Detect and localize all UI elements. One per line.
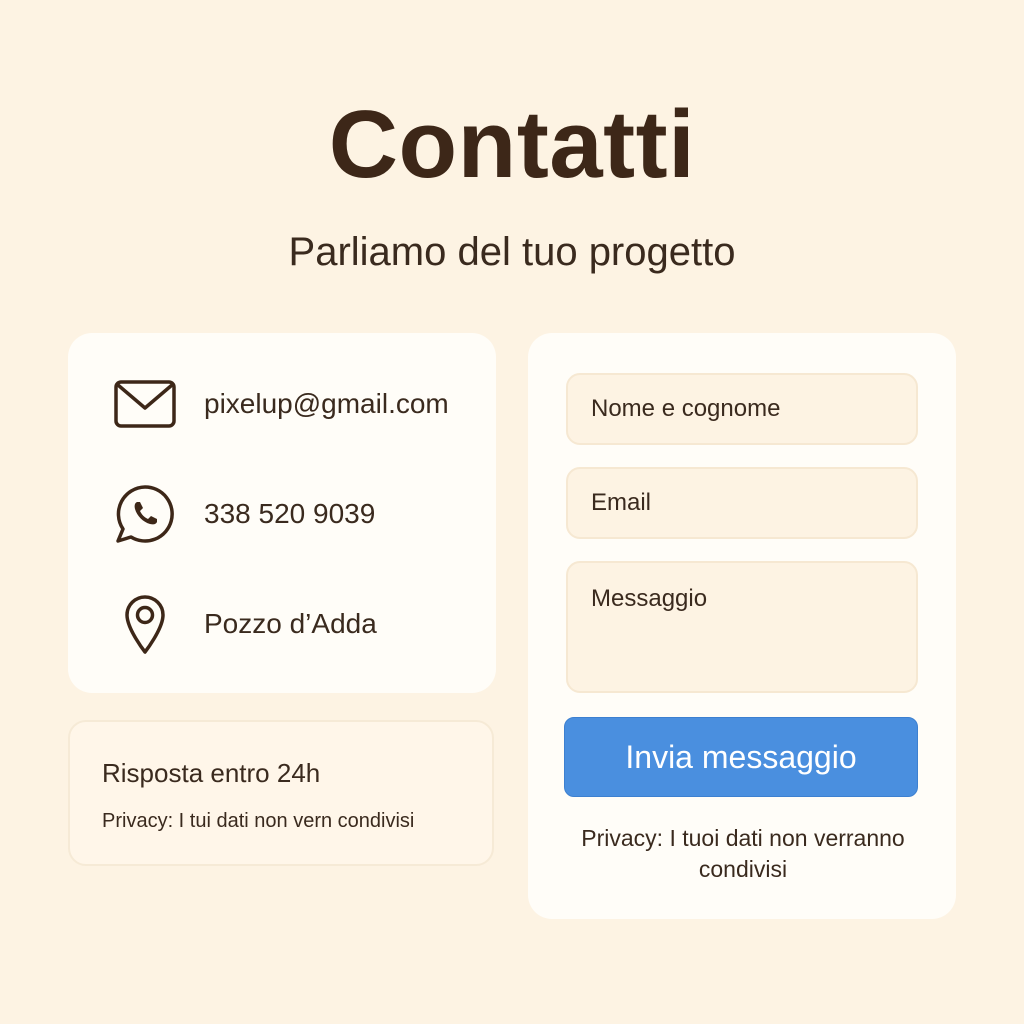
whatsapp-icon [112, 481, 178, 547]
email-field[interactable] [566, 467, 918, 539]
contact-email-link[interactable]: pixelup@gmail.com [112, 371, 449, 437]
location-pin-icon [112, 591, 178, 657]
contact-phone-text: 338 520 9039 [204, 498, 376, 529]
mail-icon [112, 371, 178, 437]
send-message-button[interactable]: Invia messaggio [564, 717, 918, 797]
contact-phone-link[interactable]: 338 520 9039 [112, 481, 375, 547]
page-subtitle: Parliamo del tuo progetto [288, 230, 736, 274]
info-card: Risposta entro 24h Privacy: I tui dati n… [68, 720, 494, 866]
contact-info-card: pixelup@gmail.com 338 520 9039 Pozzo d’A… [68, 333, 496, 693]
message-field[interactable] [566, 561, 918, 693]
contact-email-text: pixelup@gmail.com [204, 388, 449, 419]
form-privacy-note: Privacy: I tuoi dati non verranno condiv… [581, 825, 905, 882]
contact-location-text: Pozzo d’Adda [204, 608, 377, 639]
name-field[interactable] [566, 373, 918, 445]
privacy-note: Privacy: I tui dati non vern condivisi [102, 810, 415, 832]
response-time-text: Risposta entro 24h [102, 758, 321, 788]
page-title: Contatti [328, 91, 696, 198]
contact-location-link[interactable]: Pozzo d’Adda [112, 591, 377, 657]
contact-form: Invia messaggio Privacy: I tuoi dati non… [528, 333, 956, 919]
